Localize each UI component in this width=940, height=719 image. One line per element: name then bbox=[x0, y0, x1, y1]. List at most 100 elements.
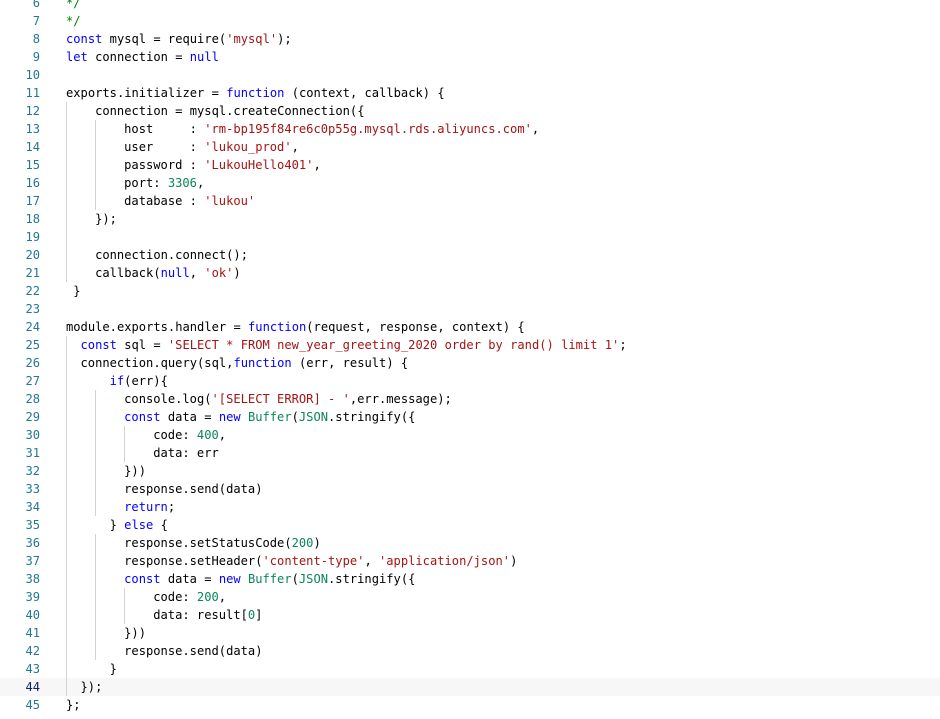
keyword-token: null bbox=[160, 266, 190, 280]
code-token: ) bbox=[313, 536, 321, 550]
code-line[interactable]: 26 connection.query(sql,function (err, re… bbox=[0, 354, 940, 372]
code-line[interactable]: 35} else { bbox=[0, 516, 940, 534]
line-code: data: result[0] bbox=[153, 606, 262, 624]
indent-guide bbox=[95, 444, 97, 462]
line-code: code: 400, bbox=[153, 426, 226, 444]
keyword-token: const bbox=[66, 32, 103, 46]
code-token: sql = bbox=[116, 338, 168, 352]
code-token: user : bbox=[124, 140, 205, 154]
code-line[interactable]: 11 exports.initializer = function (contex… bbox=[0, 84, 940, 102]
code-token: , bbox=[218, 590, 227, 604]
code-line[interactable]: 6 */ bbox=[0, 0, 940, 12]
line-code: } bbox=[110, 660, 117, 678]
code-token: database : bbox=[124, 194, 205, 208]
code-line[interactable]: 45}; bbox=[0, 696, 940, 714]
line-number: 27 bbox=[25, 374, 40, 388]
code-line[interactable]: 29 const data = new Buffer(JSON.stringify… bbox=[0, 408, 940, 426]
line-code: connection.query(sql,function (err, resu… bbox=[81, 354, 409, 372]
code-token: } bbox=[109, 518, 125, 532]
code-line[interactable]: 15 password : 'LukouHello401', bbox=[0, 156, 940, 174]
code-token: (err, result) { bbox=[291, 356, 409, 370]
indent-guide bbox=[66, 246, 67, 264]
code-line[interactable]: 25 const sql = 'SELECT * FROM new_year_gr… bbox=[0, 336, 940, 354]
line-code: response.setStatusCode(200) bbox=[124, 534, 321, 552]
line-number: 22 bbox=[25, 284, 40, 298]
code-token: })) bbox=[124, 626, 146, 640]
indent-guide bbox=[66, 354, 67, 372]
code-line[interactable]: 19 bbox=[0, 228, 940, 246]
line-number: 21 bbox=[25, 266, 40, 280]
line-number: 41 bbox=[25, 626, 40, 640]
string-token: 'application/json' bbox=[379, 554, 511, 568]
code-line[interactable]: 12 connection = mysql.createConnection({ bbox=[0, 102, 940, 120]
code-line[interactable]: 31 data: err bbox=[0, 444, 940, 462]
code-line[interactable]: 39 code: 200, bbox=[0, 588, 940, 606]
line-code: data: err bbox=[153, 444, 219, 462]
code-line[interactable]: 34 return; bbox=[0, 498, 940, 516]
code-line[interactable]: 33 response.send(data) bbox=[0, 480, 940, 498]
code-line[interactable]: 20 connection.connect(); bbox=[0, 246, 940, 264]
code-line[interactable]: 7 */ bbox=[0, 12, 940, 30]
code-line[interactable]: 43} bbox=[0, 660, 940, 678]
line-code: }; bbox=[66, 696, 81, 714]
line-number: 36 bbox=[25, 536, 40, 550]
code-line[interactable]: 38 const data = new Buffer(JSON.stringify… bbox=[0, 570, 940, 588]
line-code: callback(null, 'ok') bbox=[95, 264, 241, 282]
line-code: } bbox=[73, 282, 80, 300]
line-number: 40 bbox=[25, 608, 40, 622]
code-line[interactable]: 36 response.setStatusCode(200) bbox=[0, 534, 940, 552]
indent-guide bbox=[66, 570, 67, 588]
code-token: }); bbox=[80, 680, 103, 694]
string-token: 'SELECT * FROM new_year_greeting_2020 or… bbox=[167, 338, 620, 352]
code-line[interactable]: 37 response.setHeader('content-type', 'ap… bbox=[0, 552, 940, 570]
code-line[interactable]: 18}); bbox=[0, 210, 940, 228]
code-line[interactable]: 40 data: result[0] bbox=[0, 606, 940, 624]
code-token: ( bbox=[291, 410, 299, 424]
string-token: 'mysql' bbox=[226, 32, 278, 46]
indent-guide bbox=[95, 120, 97, 138]
code-line[interactable]: 32})) bbox=[0, 462, 940, 480]
code-lines[interactable]: 6 */ 7 */ 8 const mysql = require('mysql'); 9 l… bbox=[0, 0, 940, 714]
line-code: } else { bbox=[110, 516, 168, 534]
code-line[interactable]: 30 code: 400, bbox=[0, 426, 940, 444]
code-line[interactable]: 24 module.exports.handler = function(requ… bbox=[0, 318, 940, 336]
code-token: ) bbox=[233, 266, 241, 280]
indent-guide bbox=[124, 444, 126, 462]
line-code: response.send(data) bbox=[124, 642, 262, 660]
code-line[interactable]: 8 const mysql = require('mysql'); bbox=[0, 30, 940, 48]
line-code: */ bbox=[66, 12, 81, 30]
indent-guide bbox=[66, 552, 67, 570]
line-code: })) bbox=[124, 624, 146, 642]
line-code: const data = new Buffer(JSON.stringify({ bbox=[124, 408, 415, 426]
line-number: 37 bbox=[25, 554, 40, 568]
line-code: const mysql = require('mysql'); bbox=[66, 30, 292, 48]
code-token: ,err.message); bbox=[349, 392, 452, 406]
code-line[interactable]: 13 host : 'rm-bp195f84re6c0p55g.mysql.rds… bbox=[0, 120, 940, 138]
line-number: 45 bbox=[25, 698, 40, 712]
code-line[interactable]: 16 port: 3306, bbox=[0, 174, 940, 192]
code-line[interactable]: 23 bbox=[0, 300, 940, 318]
code-line[interactable]: 27 if(err){ bbox=[0, 372, 940, 390]
code-token: connection.query(sql, bbox=[80, 356, 234, 370]
code-line[interactable]: 17 database : 'lukou' bbox=[0, 192, 940, 210]
code-line[interactable]: 9 let connection = null bbox=[0, 48, 940, 66]
code-token: ); bbox=[277, 32, 292, 46]
code-line[interactable]: 41})) bbox=[0, 624, 940, 642]
code-line[interactable]: 44}); bbox=[0, 678, 940, 696]
code-line[interactable]: 22} bbox=[0, 282, 940, 300]
code-editor[interactable]: 6 */ 7 */ 8 const mysql = require('mysql'); 9 l… bbox=[0, 0, 940, 719]
code-line[interactable]: 10 bbox=[0, 66, 940, 84]
code-line[interactable]: 14 user : 'lukou_prod', bbox=[0, 138, 940, 156]
line-number: 26 bbox=[25, 356, 40, 370]
code-line[interactable]: 42 response.send(data) bbox=[0, 642, 940, 660]
indent-guide bbox=[66, 192, 67, 210]
comment-token: */ bbox=[66, 0, 81, 10]
code-token: } bbox=[109, 662, 117, 676]
literal-token: 3306 bbox=[167, 176, 197, 190]
string-token: '[SELECT ERROR] - ' bbox=[211, 392, 350, 406]
code-line[interactable]: 28 console.log('[SELECT ERROR] - ',err.me… bbox=[0, 390, 940, 408]
line-number: 28 bbox=[25, 392, 40, 406]
code-line[interactable]: 21 callback(null, 'ok') bbox=[0, 264, 940, 282]
code-token: callback( bbox=[95, 266, 161, 280]
